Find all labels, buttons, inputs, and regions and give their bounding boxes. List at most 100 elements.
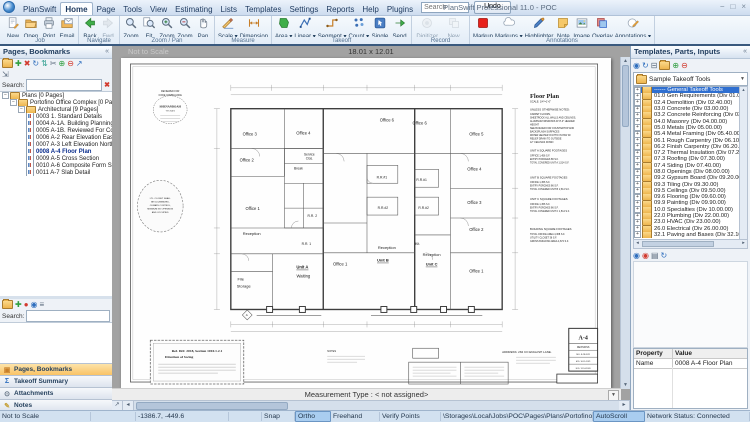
ribbon-button-new[interactable]: New xyxy=(4,16,22,37)
collapse-panel-icon[interactable]: « xyxy=(105,46,109,58)
ribbon-button-markup-color[interactable]: Markup Color ▾ xyxy=(472,16,494,37)
ribbon-button-print[interactable]: Print xyxy=(40,16,58,37)
menu-tab-view[interactable]: View xyxy=(146,3,171,15)
ribbon-button-fit-page[interactable]: Fit Page xyxy=(140,16,158,37)
menu-tab-home[interactable]: Home xyxy=(60,2,92,15)
ribbon-button-open[interactable]: Open xyxy=(22,16,40,37)
pages-tree-item[interactable]: 0006 A-2 Rear Elevation East xyxy=(0,134,112,141)
ribbon-button-note[interactable]: Note xyxy=(554,16,572,37)
folder-icon[interactable] xyxy=(2,300,13,309)
pages-tree-item[interactable]: 0007 A-3 Left Elevation North xyxy=(0,141,112,148)
pages-tree-item[interactable]: 0008 A-4 Floor Plan xyxy=(0,148,112,155)
folder-icon[interactable] xyxy=(2,59,13,68)
property-row[interactable]: Name 0008 A-4 Floor Plan xyxy=(634,359,747,369)
collapse-panel-icon[interactable]: « xyxy=(743,46,747,58)
record-blue-icon[interactable]: ◉ xyxy=(31,300,38,309)
pages-tree-item[interactable]: −Plans [0 Pages] xyxy=(0,92,112,99)
tree-icon[interactable]: ≡ xyxy=(40,300,45,309)
menu-tab-tools[interactable]: Tools xyxy=(119,3,146,15)
fit-icon[interactable]: ⊟ xyxy=(651,61,658,70)
scroll-up-icon[interactable]: ▲ xyxy=(621,57,630,65)
delete-icon[interactable]: ✖ xyxy=(24,59,31,68)
ribbon-button-single-click[interactable]: Single Click ▾ xyxy=(370,16,390,37)
ribbon-button-image[interactable]: Image xyxy=(572,16,591,37)
cut-icon[interactable]: ✂ xyxy=(50,59,57,68)
add-circle-icon[interactable]: ⊕ xyxy=(59,59,66,68)
status-freehand[interactable]: Freehand xyxy=(331,412,380,421)
close-icon[interactable]: × xyxy=(741,2,746,11)
menu-tab-lists[interactable]: Lists xyxy=(217,3,241,15)
remove-circle-icon[interactable]: ⊖ xyxy=(681,61,688,70)
remove-circle-icon[interactable]: ⊖ xyxy=(67,59,74,68)
expand-icon[interactable]: + xyxy=(634,232,641,238)
ribbon-button-zoom[interactable]: Zoom xyxy=(122,16,140,37)
ribbon-button-dimension[interactable]: Dimension xyxy=(239,16,269,37)
pages-tree-item[interactable]: −Architectural [9 Pages] xyxy=(0,106,112,113)
takeoff-tools-dropdown[interactable]: Sample Takeoff Tools ▼ xyxy=(633,72,748,86)
ribbon-button-pan[interactable]: Pan xyxy=(194,16,212,37)
grid-icon[interactable]: ▤ xyxy=(651,251,659,260)
nav-button-takeoff-summary[interactable]: ΣTakeoff Summary xyxy=(0,375,112,387)
templates-tree-item[interactable]: +32.1 Paving and Bases (Div 32.10.00) xyxy=(634,232,740,238)
ribbon-button-linear[interactable]: Linear ▾ xyxy=(293,16,316,37)
ribbon-button-zoom-out[interactable]: Zoom Out xyxy=(176,16,194,37)
folder-icon[interactable] xyxy=(659,61,670,70)
templates-scrollbar[interactable]: ▲ xyxy=(739,86,748,240)
ribbon-button-zoom-in[interactable]: Zoom In xyxy=(158,16,176,37)
ribbon-button-digitizer-record[interactable]: Digitizer Record ▾ xyxy=(414,16,440,37)
ribbon-button-fwd[interactable]: Fwd xyxy=(99,16,117,37)
refresh-icon[interactable]: ↻ xyxy=(32,59,39,68)
export-icon[interactable]: ↗ xyxy=(76,59,83,68)
record-blue-icon[interactable]: ◉ xyxy=(633,61,640,70)
scroll-thumb[interactable] xyxy=(622,65,629,127)
pages-tree-item[interactable]: 0010 A-6 Composite Form Set Plan xyxy=(0,162,112,169)
pages-tree-item[interactable]: 0003 1. Standard Details xyxy=(0,113,112,120)
menu-tab-reports[interactable]: Reports xyxy=(322,3,358,15)
ribbon-button-count[interactable]: Count ▾ xyxy=(347,16,370,37)
pages-tree-item[interactable]: 0004 A-1A. Building Planning & Des... xyxy=(0,120,112,127)
menu-tab-planswift[interactable]: PlanSwift xyxy=(19,3,60,15)
status-verify-points[interactable]: Verify Points xyxy=(380,412,441,421)
status-snap[interactable]: Snap xyxy=(262,412,295,421)
pages-tree-item[interactable]: 0009 A-5 Cross Section xyxy=(0,155,112,162)
ribbon-button-highlighter[interactable]: Highlighter xyxy=(524,16,555,37)
collapse-icon[interactable]: − xyxy=(2,92,9,99)
ribbon-button-area[interactable]: Area ▾ xyxy=(274,16,293,37)
add-icon[interactable]: ✚ xyxy=(15,59,22,68)
collapse-icon[interactable]: − xyxy=(10,99,17,106)
ribbon-button-back[interactable]: Back xyxy=(81,16,99,37)
bookmarks-search-input[interactable] xyxy=(26,310,110,322)
ribbon-button-overlay[interactable]: Overlay xyxy=(591,16,614,37)
status-ortho[interactable]: Ortho xyxy=(295,411,331,422)
refresh-icon[interactable]: ↻ xyxy=(661,251,668,260)
ribbon-button-scale[interactable]: Scale ▾ xyxy=(217,16,239,37)
add-circle-icon[interactable]: ⊕ xyxy=(672,61,679,70)
record-blue-icon[interactable]: ◉ xyxy=(633,251,640,260)
refresh-icon[interactable]: ↻ xyxy=(642,61,649,70)
scroll-thumb[interactable] xyxy=(136,402,288,410)
drawing-canvas[interactable]: Not to Scale 18.01 x 12.01 xyxy=(112,46,630,411)
templates-horizontal-scrollbar[interactable]: ◂ ▸ xyxy=(633,239,748,249)
ribbon-button-email-job[interactable]: Email Job xyxy=(58,16,76,37)
plan-sheet[interactable]: Office 3Office 4Office 2ServiceClos.Brea… xyxy=(121,58,611,388)
pages-tree-item[interactable]: −Portofino Office Complex [0 Pages] xyxy=(0,99,112,106)
ribbon-button-send-data[interactable]: Send Data ▾ xyxy=(390,16,409,37)
scroll-right-icon[interactable]: ▸ xyxy=(740,240,747,248)
minimize-icon[interactable]: − xyxy=(720,2,725,11)
ribbon-button-segment[interactable]: Segment ▾ xyxy=(317,16,348,37)
pages-tree-item[interactable]: 0011 A-7 Slab Detail xyxy=(0,169,112,176)
scroll-left-icon[interactable]: ◂ xyxy=(634,240,641,248)
nav-button-pages-bookmarks[interactable]: ▣Pages, Bookmarks xyxy=(0,363,112,375)
record-red-icon[interactable]: ◉ xyxy=(642,251,649,260)
ribbon-button-markups[interactable]: Markups ▾ xyxy=(494,16,524,37)
add-icon[interactable]: ✚ xyxy=(15,300,22,309)
nav-button-attachments[interactable]: ⊙Attachments xyxy=(0,387,112,399)
record-icon[interactable]: ● xyxy=(24,300,29,309)
status-autoscroll[interactable]: AutoScroll xyxy=(593,411,645,422)
menu-tab-page[interactable]: Page xyxy=(93,3,120,15)
ribbon-button-annotations[interactable]: Annotations ▾ xyxy=(614,16,652,37)
maximize-icon[interactable]: □ xyxy=(730,2,735,11)
pages-search-input[interactable] xyxy=(26,79,102,91)
pages-tree-item[interactable]: 0005 A-1B. Reviewed For Code Co... xyxy=(0,127,112,134)
menu-tab-settings[interactable]: Settings xyxy=(285,3,322,15)
